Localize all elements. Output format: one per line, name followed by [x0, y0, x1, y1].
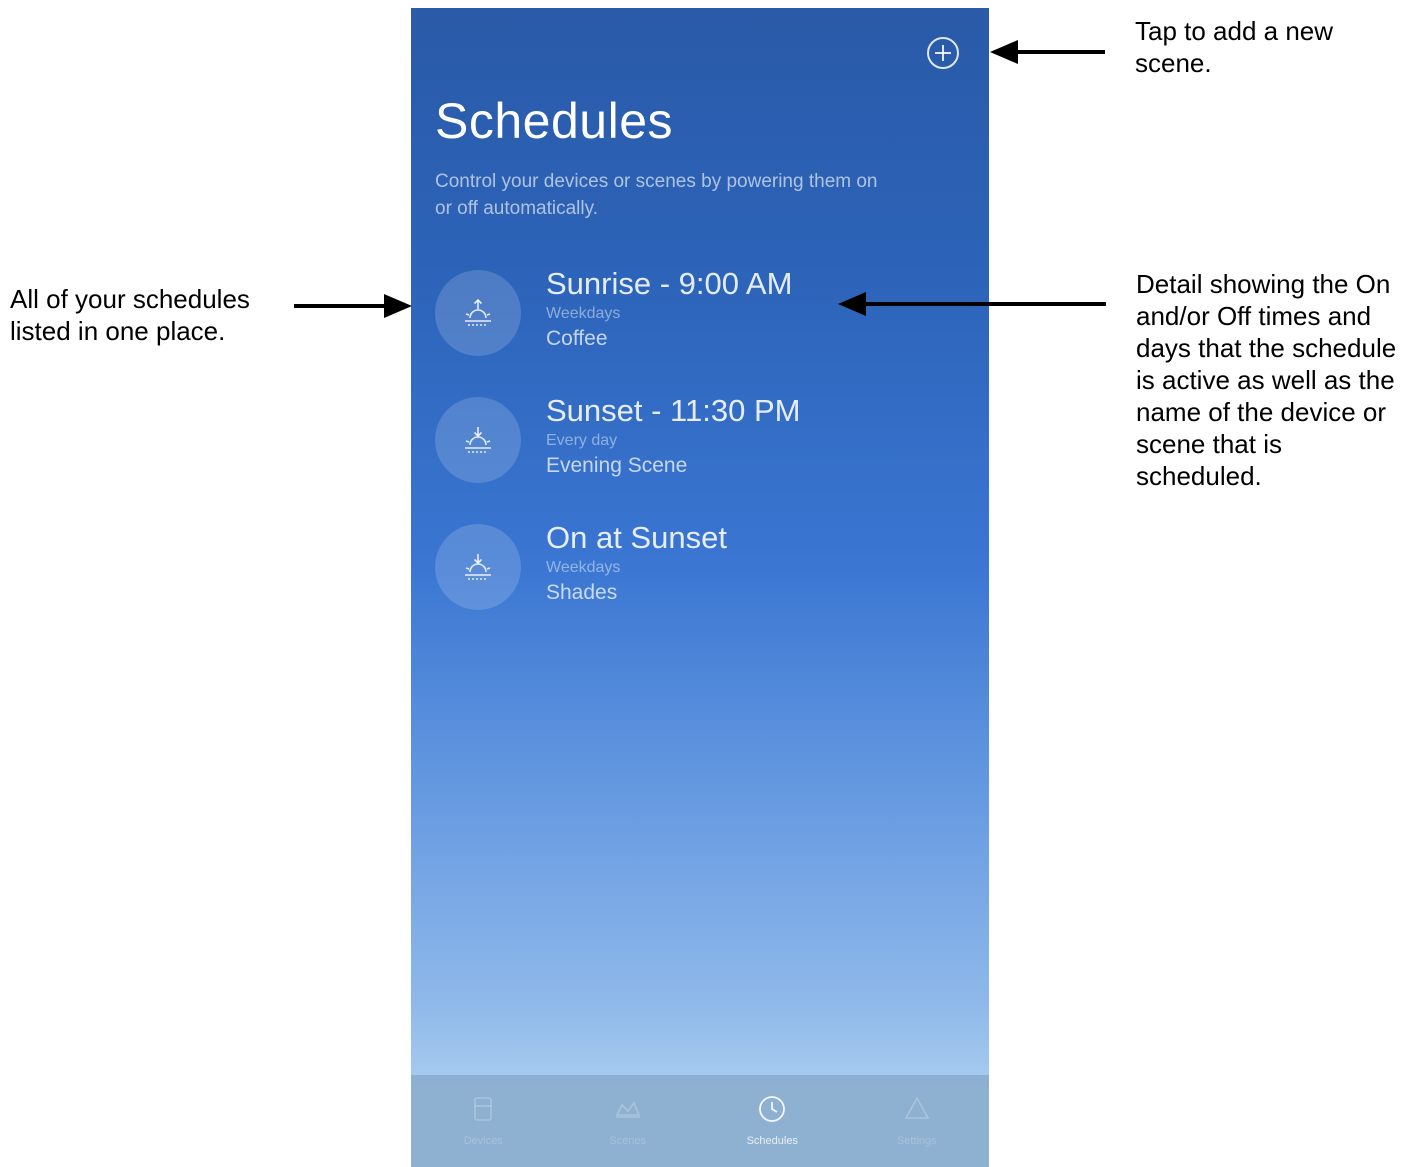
schedule-item-sunset[interactable]: Sunset - 11:30 PM Every day Evening Scen… [435, 391, 975, 518]
devices-icon [474, 1097, 493, 1121]
arrow-to-add-button [990, 40, 1105, 64]
tab-bar: Devices Scenes Schedules Settings [411, 1075, 989, 1167]
schedule-target: Coffee [546, 327, 608, 350]
tab-scenes[interactable]: Scenes [556, 1075, 701, 1167]
tab-schedules[interactable]: Schedules [700, 1075, 845, 1167]
tab-devices[interactable]: Devices [411, 1075, 556, 1167]
schedule-title: Sunset - 11:30 PM [546, 393, 801, 428]
page-subtitle: Control your devices or scenes by poweri… [435, 171, 878, 219]
schedule-days: Weekdays [546, 559, 621, 576]
schedule-target: Evening Scene [546, 454, 688, 477]
callout-add-scene: Tap to add a new scene. [1135, 16, 1334, 78]
tab-label: Scenes [609, 1135, 647, 1147]
schedule-days: Weekdays [546, 305, 621, 322]
settings-icon [904, 1096, 930, 1119]
callout-detail: Detail showing the On and/or Off times a… [1136, 269, 1397, 491]
add-scene-button[interactable] [925, 35, 961, 71]
tab-label: Devices [463, 1135, 503, 1147]
plus-circle-icon [927, 37, 959, 69]
schedule-days: Every day [546, 432, 618, 449]
tab-label: Settings [896, 1135, 937, 1147]
page-title: Schedules [435, 93, 673, 149]
callout-list: All of your schedules listed in one plac… [10, 284, 250, 346]
sunset-icon [435, 397, 521, 483]
tab-label: Schedules [746, 1135, 798, 1147]
arrow-to-schedule-list [294, 294, 412, 318]
phone-screen: Schedules Control your devices or scenes… [411, 8, 989, 1167]
clock-icon [759, 1096, 786, 1122]
sunset-icon [435, 524, 521, 610]
schedule-title: On at Sunset [546, 520, 727, 555]
tab-settings[interactable]: Settings [845, 1075, 990, 1167]
arrow-to-schedule-detail [838, 292, 1106, 316]
schedule-title: Sunrise - 9:00 AM [546, 266, 793, 301]
sunrise-icon [435, 270, 521, 356]
scenes-icon [615, 1101, 640, 1118]
schedule-target: Shades [546, 581, 618, 604]
schedule-item-on-at-sunset[interactable]: On at Sunset Weekdays Shades [435, 518, 975, 645]
page: Schedules Control your devices or scenes… [0, 0, 1416, 1167]
